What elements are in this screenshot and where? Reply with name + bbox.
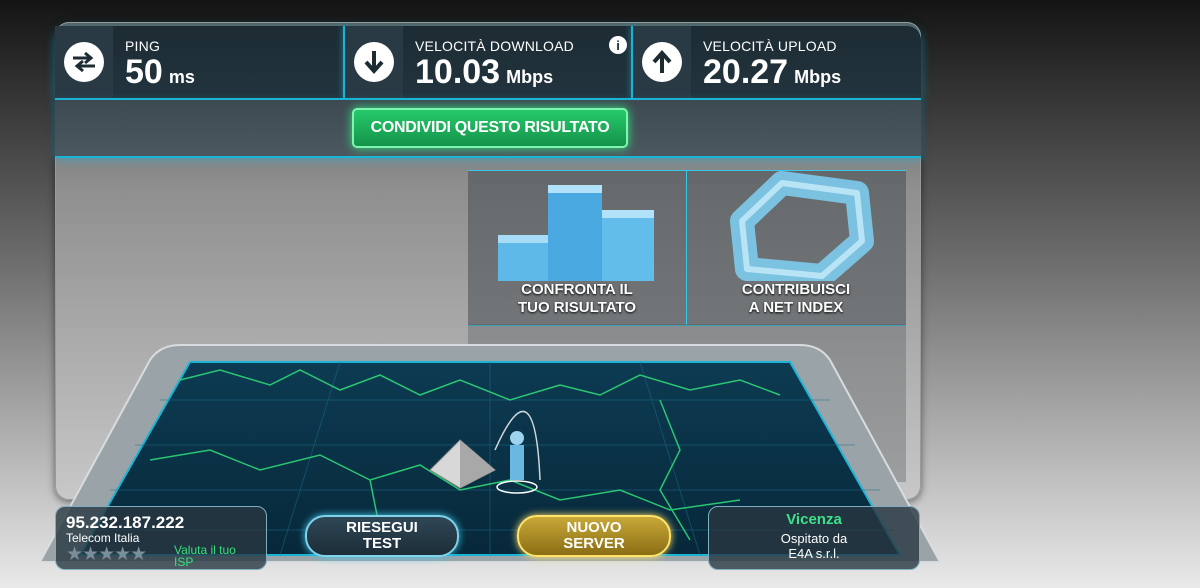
bar-chart-icon xyxy=(498,185,654,281)
ping-stat: PING 50 ms xyxy=(55,26,343,98)
upload-unit: Mbps xyxy=(794,67,842,87)
client-info: 95.232.187.222 Telecom Italia ★★★★★ Valu… xyxy=(55,506,267,570)
ping-label: PING xyxy=(125,38,161,54)
compare-tile-line1: CONFRONTA IL xyxy=(521,281,633,298)
retest-line2: TEST xyxy=(362,535,402,552)
download-arrow-icon xyxy=(354,42,394,82)
upload-arrow-icon xyxy=(642,42,682,82)
download-value: 10.03 xyxy=(415,53,501,91)
ping-value: 50 xyxy=(125,53,163,91)
download-label: VELOCITÀ DOWNLOAD xyxy=(415,38,574,54)
client-ip: 95.232.187.222 xyxy=(66,513,185,532)
new-server-line2: SERVER xyxy=(563,535,625,552)
compare-result-tile[interactable]: CONFRONTA IL TUO RISULTATO xyxy=(468,171,686,325)
rate-isp-link[interactable]: Valuta il tuo ISP xyxy=(174,544,254,568)
server-host-line2: E4A s.r.l. xyxy=(788,546,840,561)
download-unit: Mbps xyxy=(506,67,554,87)
new-server-button[interactable]: NUOVO SERVER xyxy=(517,515,671,557)
new-server-line1: NUOVO xyxy=(566,519,622,536)
stats-bar: PING 50ms VELOCITÀ DOWNLOAD 10.03Mbps xyxy=(55,26,921,100)
server-city: Vicenza xyxy=(786,511,842,528)
retest-line1: RIESEGUI xyxy=(346,519,418,536)
net-index-tile[interactable]: CONTRIBUISCI A NET INDEX xyxy=(686,171,905,325)
share-result-button[interactable]: CONDIVIDI QUESTO RISULTATO xyxy=(352,108,628,148)
share-bar: CONDIVIDI QUESTO RISULTATO xyxy=(55,100,921,158)
rate-isp-line2: ISP xyxy=(174,555,194,569)
net-index-tile-line1: CONTRIBUISCI xyxy=(741,281,851,298)
retest-button[interactable]: RIESEGUI TEST xyxy=(305,515,459,557)
isp-rating-stars[interactable]: ★★★★★ xyxy=(66,543,147,566)
server-info: Vicenza Ospitato da E4A s.r.l. xyxy=(708,506,920,570)
action-tiles: CONFRONTA IL TUO RISULTATO CONTRIBUISCI … xyxy=(468,170,906,326)
compare-tile-line2: TUO RISULTATO xyxy=(517,299,637,316)
net-index-ring-icon xyxy=(730,171,874,288)
upload-value: 20.27 xyxy=(703,53,789,91)
info-icon[interactable]: i xyxy=(609,36,627,54)
transfer-arrows-icon xyxy=(64,42,104,82)
server-host-line1: Ospitato da xyxy=(780,531,848,546)
download-stat: VELOCITÀ DOWNLOAD 10.03 Mbps xyxy=(345,26,631,98)
upload-stat: VELOCITÀ UPLOAD 20.27 Mbps xyxy=(633,26,921,98)
net-index-tile-line2: A NET INDEX xyxy=(748,299,844,316)
upload-label: VELOCITÀ UPLOAD xyxy=(703,38,837,54)
ping-unit: ms xyxy=(168,67,195,87)
